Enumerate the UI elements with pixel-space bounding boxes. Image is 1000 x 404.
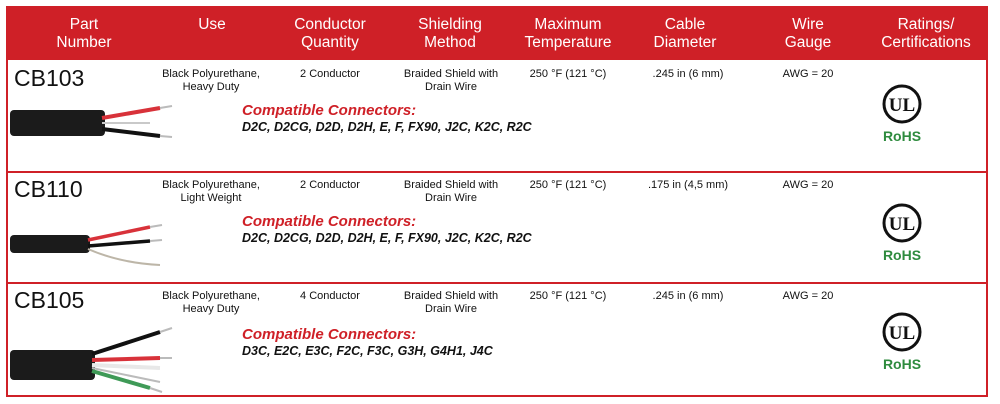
diameter-value: .175 in (4,5 mm) [647,179,729,191]
compatible-connectors-title: Compatible Connectors: [242,213,417,230]
compatible-connectors-list: D2C, D2CG, D2D, D2H, E, F, FX90, J2C, K2… [242,231,532,245]
header-part-number: Part Number [56,16,112,51]
compatible-connectors-title: Compatible Connectors: [242,102,417,119]
spec-table: Part Number Use Conductor Quantity Shiel… [6,6,988,397]
conductor-quantity-value: 4 Conductor [300,290,360,302]
conductor-quantity-value: 2 Conductor [300,68,360,80]
part-number: CB110 [14,176,83,202]
gauge-value: AWG = 20 [782,290,834,302]
use-value: Black Polyurethane, Heavy Duty [162,290,260,315]
shielding-value: Braided Shield with Drain Wire [403,68,499,93]
gauge-value: AWG = 20 [782,68,834,80]
header-ratings: Ratings/ Certifications [881,16,971,51]
use-value: Black Polyurethane, Heavy Duty [162,68,260,93]
header-max-temperature: Maximum Temperature [524,16,612,51]
table-row: CB110 Black Polyurethane, Light Weight 2… [8,173,986,283]
part-number: CB103 [14,65,85,91]
max-temperature-value: 250 °F (121 °C) [529,290,607,302]
header-wire-gauge: Wire Gauge [784,16,832,51]
table-row: CB103 Black Polyurethane, Heavy Duty 2 C… [8,62,986,172]
conductor-quantity-value: 2 Conductor [300,179,360,191]
cable-photo-icon [10,327,173,393]
table-row: CB105 Black Polyurethane, Heavy Duty 4 C… [8,284,986,394]
compatible-connectors-title: Compatible Connectors: [242,326,417,343]
max-temperature-value: 250 °F (121 °C) [529,179,607,191]
rohs-label: RoHS [882,356,922,372]
use-value: Black Polyurethane, Light Weight [162,179,260,204]
diameter-value: .245 in (6 mm) [652,290,724,302]
rohs-label: RoHS [882,247,922,263]
cable-photo-icon [10,105,173,138]
svg-text:UL: UL [889,214,915,235]
shielding-value: Braided Shield with Drain Wire [403,179,499,204]
header-conductor-quantity: Conductor Quantity [294,16,366,51]
svg-text:UL: UL [889,323,915,344]
ul-certification-icon: UL [882,84,922,124]
cable-photo-icon [10,224,163,266]
svg-text:UL: UL [889,95,915,116]
diameter-value: .245 in (6 mm) [652,68,724,80]
compatible-connectors-list: D3C, E2C, E3C, F2C, F3C, G3H, G4H1, J4C [242,344,493,358]
header-cable-diameter: Cable Diameter [653,16,717,51]
table-header: Part Number Use Conductor Quantity Shiel… [8,8,986,60]
gauge-value: AWG = 20 [782,179,834,191]
rohs-label: RoHS [882,128,922,144]
ul-certification-icon: UL [882,203,922,243]
part-number: CB105 [14,287,85,313]
header-use: Use [198,16,226,33]
ul-certification-icon: UL [882,312,922,352]
shielding-value: Braided Shield with Drain Wire [403,290,499,315]
header-shielding-method: Shielding Method [418,16,482,51]
compatible-connectors-list: D2C, D2CG, D2D, D2H, E, F, FX90, J2C, K2… [242,120,532,134]
max-temperature-value: 250 °F (121 °C) [529,68,607,80]
